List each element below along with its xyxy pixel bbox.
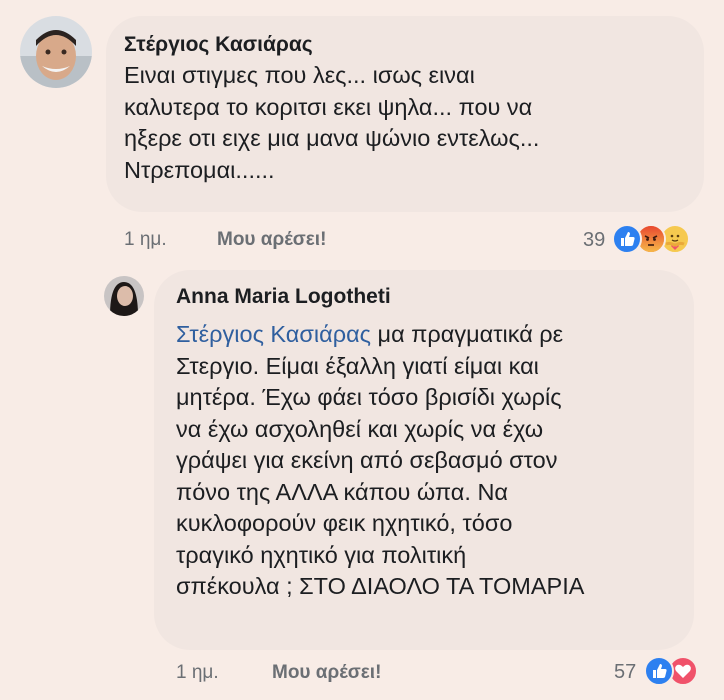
reply-like-button[interactable]: Μου αρέσει! [272, 662, 381, 684]
comment-text: Ειναι στιγμες που λες... ισως ειναι καλυ… [124, 60, 539, 186]
reply-text-line: να έχω ασχοληθεί και χωρίς να έχω [176, 415, 544, 442]
reply-text: Στέργιος Κασιάρας μα πραγματικά ρε Στεργ… [176, 319, 584, 603]
avatar-stergios[interactable] [20, 16, 92, 88]
reply-text-line: γράψει για εκείνη από σεβασμό στον [176, 447, 558, 473]
reply-text-line: κυκλοφορούν φεικ ηχητικό, τόσο [176, 510, 513, 536]
reply-text-line: τραγικό ηχητικό για πολιτική [176, 541, 467, 568]
reply-text-line: πόνο της ΑΛΛΑ κάπου ώπα. Να [176, 478, 508, 505]
reply-text-line: Στέργιος Κασιάρας μα πραγματικά ρε [176, 319, 584, 351]
avatar-anna[interactable] [104, 276, 144, 316]
reply-timestamp[interactable]: 1 ημ. [176, 662, 219, 684]
reply-reaction-count[interactable]: 57 [614, 661, 636, 684]
comment-text-line: καλυτερα το κοριτσι εκει ψηλα... που να [124, 93, 533, 120]
comment-author[interactable]: Στέργιος Κασιάρας [124, 33, 313, 57]
comment-text-line: Ειναι στιγμες που λες... ισως ειναι [124, 62, 475, 88]
reply-text-line: σπέκουλα ; ΣΤΟ ΔΙΑΟΛΟ ΤΑ ΤΟΜΑΡΙΑ [176, 573, 585, 599]
comment-timestamp[interactable]: 1 ημ. [124, 229, 167, 251]
like-icon[interactable] [612, 224, 642, 254]
like-icon[interactable] [644, 656, 674, 686]
reaction-count[interactable]: 39 [583, 229, 605, 252]
comment-text-line: ηξερε οτι ειχε μια μανα ψώνιο εντελως... [124, 125, 540, 151]
like-button[interactable]: Μου αρέσει! [217, 229, 326, 251]
reply-text-line: Στεργιο. Είμαι έξαλλη γιατί είμαι και [176, 352, 539, 379]
comment-text-line: Ντρεπομαι...... [124, 156, 275, 183]
reply-text-line: μητέρα. Έχω φάει τόσο βρισίδι χωρίς [176, 384, 562, 410]
mention-link[interactable]: Στέργιος Κασιάρας [176, 321, 371, 347]
reply-author[interactable]: Anna Maria Logotheti [176, 285, 391, 309]
reply-text-fragment: μα πραγματικά ρε [371, 321, 564, 347]
